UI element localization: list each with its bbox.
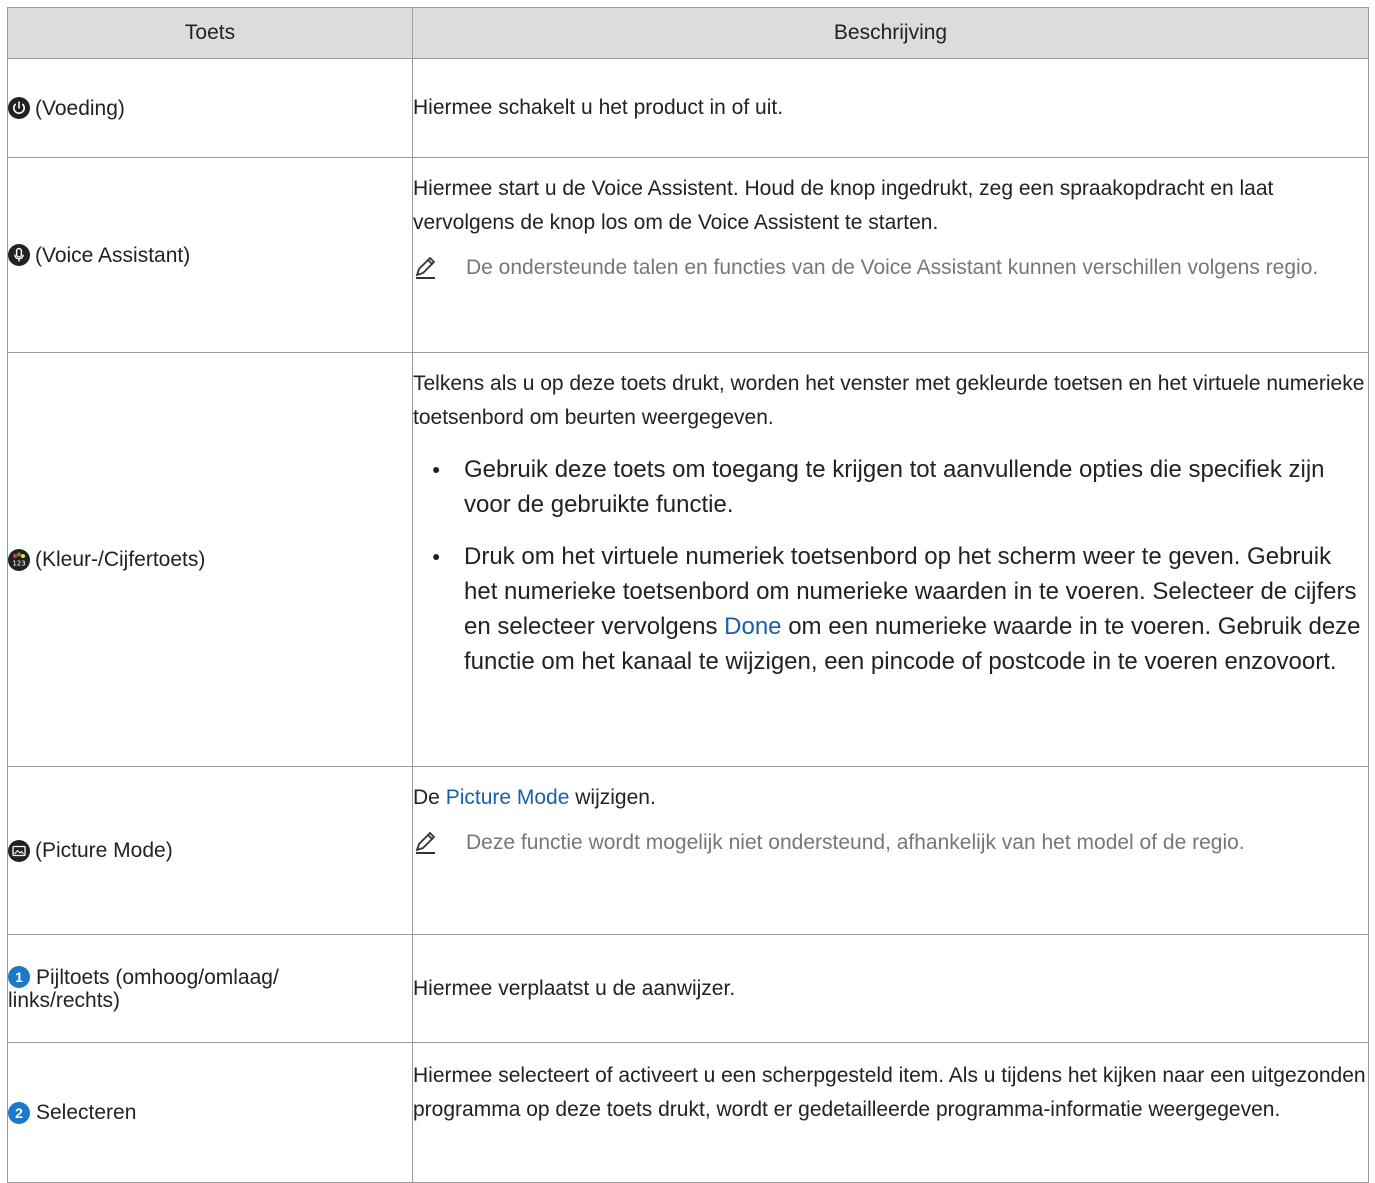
document-page: Toets Beschrijving (Voeding) Hiermee sch… xyxy=(7,7,1369,1183)
column-header-key: Toets xyxy=(7,7,413,59)
key-label: (Kleur-/Cijfertoets) xyxy=(35,548,206,571)
callout-number-2-icon: 2 xyxy=(8,1101,30,1124)
note-text: Deze functie wordt mogelijk niet onderst… xyxy=(466,831,1245,854)
picture-mode-icon xyxy=(8,839,30,862)
svg-text:123: 123 xyxy=(12,559,25,567)
callout-number-1-icon: 1 xyxy=(8,966,30,988)
bullet-list: ● Gebruik deze toets om toegang te krijg… xyxy=(413,452,1368,679)
key-label: (Voeding) xyxy=(35,96,125,120)
bullet-text: Druk om het virtuele numeriek toetsenbor… xyxy=(464,539,1368,679)
table-row: 2 Selecteren Hiermee selecteert of activ… xyxy=(7,1042,1369,1183)
key-cell: 2 Selecteren xyxy=(7,1042,413,1183)
table-row: (Picture Mode) De Picture Mode wijzigen. xyxy=(7,766,1369,935)
pencil-icon xyxy=(413,250,466,292)
column-header-description: Beschrijving xyxy=(412,7,1369,59)
key-label: (Voice Assistant) xyxy=(35,243,191,267)
description-text: Hiermee start u de Voice Assistent. Houd… xyxy=(413,177,1274,234)
table-header-row: Toets Beschrijving xyxy=(7,7,1369,59)
bullet-dot-icon: ● xyxy=(432,461,441,477)
key-label-continued: links/rechts) xyxy=(8,988,121,1012)
key-label: (Picture Mode) xyxy=(35,839,173,862)
key-cell: 1 Pijltoets (omhoog/omlaag/ links/rechts… xyxy=(7,934,413,1043)
description-text: Hiermee verplaatst u de aanwijzer. xyxy=(413,976,736,1000)
description-cell: Hiermee selecteert of activeert u een sc… xyxy=(412,1042,1369,1183)
color-number-icon: 123 xyxy=(8,548,30,571)
note-text: De ondersteunde talen en functies van de… xyxy=(466,256,1319,279)
description-cell: Hiermee start u de Voice Assistent. Houd… xyxy=(412,157,1369,353)
key-label: Pijltoets (omhoog/omlaag/ xyxy=(36,965,279,989)
table-row: (Voice Assistant) Hiermee start u de Voi… xyxy=(7,157,1369,353)
key-cell: (Voeding) xyxy=(7,58,413,158)
description-text: De Picture Mode wijzigen. xyxy=(413,781,1368,815)
table-row: 123 (Kleur-/Cijfertoets) Telkens als u o… xyxy=(7,352,1369,767)
bullet-dot-icon: ● xyxy=(432,548,441,564)
description-cell: Hiermee verplaatst u de aanwijzer. xyxy=(412,934,1369,1043)
pencil-icon xyxy=(413,825,466,867)
note: Deze functie wordt mogelijk niet onderst… xyxy=(413,825,1368,867)
key-cell: (Voice Assistant) xyxy=(7,157,413,353)
key-cell: (Picture Mode) xyxy=(7,766,413,935)
note: De ondersteunde talen en functies van de… xyxy=(413,250,1368,292)
microphone-icon xyxy=(8,244,30,266)
description-text: Hiermee selecteert of activeert u een sc… xyxy=(413,1064,1366,1121)
description-cell: De Picture Mode wijzigen. Deze functie w… xyxy=(412,766,1369,935)
description-text-part: De xyxy=(413,786,446,809)
description-text: Telkens als u op deze toets drukt, worde… xyxy=(413,372,1365,429)
list-item: ● Gebruik deze toets om toegang te krijg… xyxy=(413,452,1368,522)
bullet-text: Gebruik deze toets om toegang te krijgen… xyxy=(464,456,1325,518)
description-text: Hiermee schakelt u het product in of uit… xyxy=(413,96,784,119)
picture-mode-menu-reference: Picture Mode xyxy=(445,786,570,809)
remote-keys-table: Toets Beschrijving (Voeding) Hiermee sch… xyxy=(7,7,1369,1183)
table-row: 1 Pijltoets (omhoog/omlaag/ links/rechts… xyxy=(7,934,1369,1043)
done-menu-reference: Done xyxy=(724,613,782,640)
table-row: (Voeding) Hiermee schakelt u het product… xyxy=(7,58,1369,158)
key-label: Selecteren xyxy=(36,1101,137,1124)
list-item: ● Druk om het virtuele numeriek toetsenb… xyxy=(413,539,1368,679)
description-cell: Telkens als u op deze toets drukt, worde… xyxy=(412,352,1369,767)
power-icon xyxy=(8,97,30,119)
key-cell: 123 (Kleur-/Cijfertoets) xyxy=(7,352,413,767)
description-text-part: wijzigen. xyxy=(569,786,656,809)
description-cell: Hiermee schakelt u het product in of uit… xyxy=(412,58,1369,158)
